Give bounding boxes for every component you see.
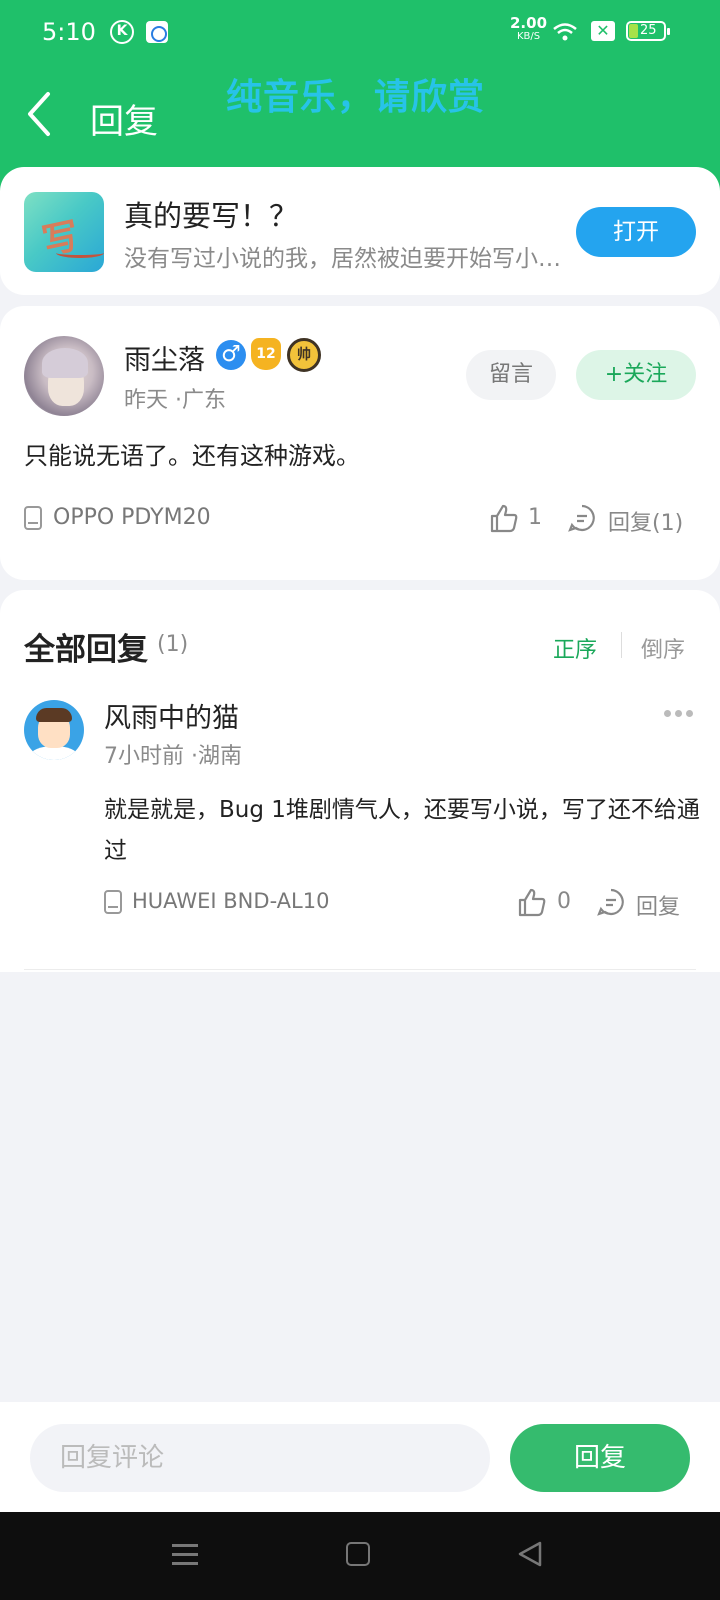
app-title: 真的要写！？	[124, 199, 299, 233]
replies-count: (1)	[157, 632, 189, 657]
battery-icon: 25	[626, 21, 670, 41]
app-icon-stroke	[56, 248, 104, 258]
app-card[interactable]: 写 真的要写！？ 没有写过小说的我，居然被迫要开始写小说了... 打开	[0, 167, 720, 295]
menu-icon[interactable]	[172, 1542, 198, 1566]
avatar-hair	[36, 708, 72, 722]
like-count: 0	[557, 889, 571, 914]
app-description: 没有写过小说的我，居然被迫要开始写小说了...	[124, 246, 574, 272]
like-count: 1	[528, 505, 542, 530]
k-app-icon: K	[110, 20, 134, 44]
app-icon[interactable]: 写	[24, 192, 104, 272]
page-title: 回复	[90, 102, 158, 142]
avatar[interactable]	[24, 336, 104, 416]
comment-icon[interactable]	[567, 503, 597, 533]
reply-count-button[interactable]: 回复(1)	[608, 505, 683, 537]
sim-off-icon: ✕	[591, 21, 615, 41]
reply-composer: 回复	[0, 1402, 720, 1512]
device-label: HUAWEI BND-AL10	[132, 889, 330, 913]
thumbs-up-icon[interactable]	[516, 886, 548, 918]
device-label: OPPO PDYM20	[53, 505, 211, 530]
sort-divider	[621, 632, 622, 658]
empty-area	[0, 972, 720, 1402]
comment-icon[interactable]	[596, 887, 626, 917]
thumbs-up-icon[interactable]	[488, 502, 520, 534]
back-triangle-icon[interactable]	[516, 1540, 544, 1568]
more-options-icon[interactable]	[664, 708, 694, 718]
reply-username[interactable]: 风雨中的猫	[104, 696, 239, 735]
comment-text: 只能说无语了。还有这种游戏。	[24, 442, 360, 470]
sort-descending-tab[interactable]: 倒序	[641, 632, 685, 664]
male-gender-icon: ♂	[216, 340, 246, 370]
comment-meta: 昨天 ·广东	[124, 388, 226, 413]
system-nav-bar	[0, 1512, 720, 1600]
reply-meta: 7小时前 ·湖南	[104, 744, 242, 769]
status-bar: 5:10 K 2.00 KB/S ✕ 25	[0, 12, 720, 56]
reply-button[interactable]: 回复	[636, 889, 680, 921]
comment-card: 雨尘落 ♂ 12 帅 昨天 ·广东 留言 +关注 只能说无语了。还有这种游戏。 …	[0, 306, 720, 580]
avatar-shirt	[30, 746, 78, 760]
title-badge-icon: 帅	[287, 338, 321, 372]
message-button[interactable]: 留言	[466, 350, 556, 400]
wifi-icon	[553, 23, 577, 41]
level-badge: 12	[251, 338, 281, 370]
divider	[24, 969, 696, 970]
comment-username[interactable]: 雨尘落	[124, 338, 205, 377]
phone-icon	[104, 890, 122, 914]
reply-input[interactable]	[30, 1424, 490, 1492]
replies-heading: 全部回复	[24, 632, 148, 668]
home-icon[interactable]	[346, 1542, 370, 1566]
net-speed: 2.00 KB/S	[510, 16, 547, 44]
cloud-app-icon	[146, 21, 168, 43]
back-icon[interactable]	[22, 90, 62, 138]
avatar[interactable]	[24, 700, 84, 760]
status-time: 5:10	[42, 18, 96, 46]
phone-icon	[24, 506, 42, 530]
net-speed-unit: KB/S	[516, 31, 541, 42]
reply-text: 就是就是，Bug 1堆剧情气人，还要写小说，写了还不给通过	[104, 797, 700, 864]
sort-ascending-tab[interactable]: 正序	[553, 632, 597, 664]
follow-button[interactable]: +关注	[576, 350, 696, 400]
overlay-caption: 纯音乐，请欣赏	[226, 77, 486, 118]
reply-submit-button[interactable]: 回复	[510, 1424, 690, 1492]
open-app-button[interactable]: 打开	[576, 207, 696, 257]
